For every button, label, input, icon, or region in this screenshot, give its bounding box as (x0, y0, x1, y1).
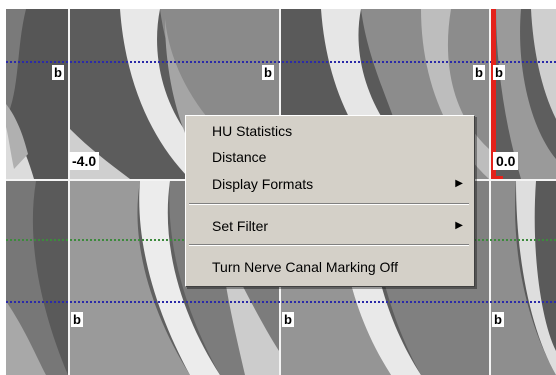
buccal-marker: b (492, 312, 504, 327)
menu-item-distance[interactable]: Distance (187, 145, 473, 169)
image-tile-2-4[interactable] (491, 181, 556, 375)
submenu-arrow-icon: ▶ (455, 178, 463, 189)
nerve-canal-marker-tick (491, 176, 503, 179)
slice-position-label: -4.0 (69, 152, 100, 170)
menu-separator (189, 244, 469, 246)
menu-item-hu-statistics[interactable]: HU Statistics (187, 119, 473, 143)
tile-separator (68, 9, 70, 375)
context-menu: HU Statistics Distance Display Formats ▶… (185, 115, 475, 287)
menu-item-label: HU Statistics (212, 123, 293, 139)
guide-line-lower (6, 301, 556, 303)
buccal-marker: b (262, 65, 274, 80)
buccal-marker: b (473, 65, 485, 80)
image-tile-1-1[interactable] (6, 9, 68, 179)
menu-item-label: Distance (212, 149, 267, 165)
submenu-arrow-icon: ▶ (455, 220, 463, 231)
buccal-marker: b (493, 65, 505, 80)
buccal-marker: b (52, 65, 64, 80)
buccal-marker: b (282, 312, 294, 327)
buccal-marker: b (71, 312, 83, 327)
guide-line-upper (6, 61, 556, 63)
menu-item-display-formats[interactable]: Display Formats ▶ (187, 172, 473, 196)
menu-separator (189, 203, 469, 205)
menu-item-set-filter[interactable]: Set Filter ▶ (187, 214, 473, 238)
slice-position-label: 0.0 (493, 152, 519, 170)
menu-item-label: Set Filter (212, 218, 269, 234)
menu-item-label: Display Formats (212, 176, 314, 192)
menu-item-label: Turn Nerve Canal Marking Off (212, 259, 398, 275)
menu-item-turn-nerve-canal-marking-off[interactable]: Turn Nerve Canal Marking Off (187, 255, 473, 279)
image-tile-2-1[interactable] (6, 181, 68, 375)
